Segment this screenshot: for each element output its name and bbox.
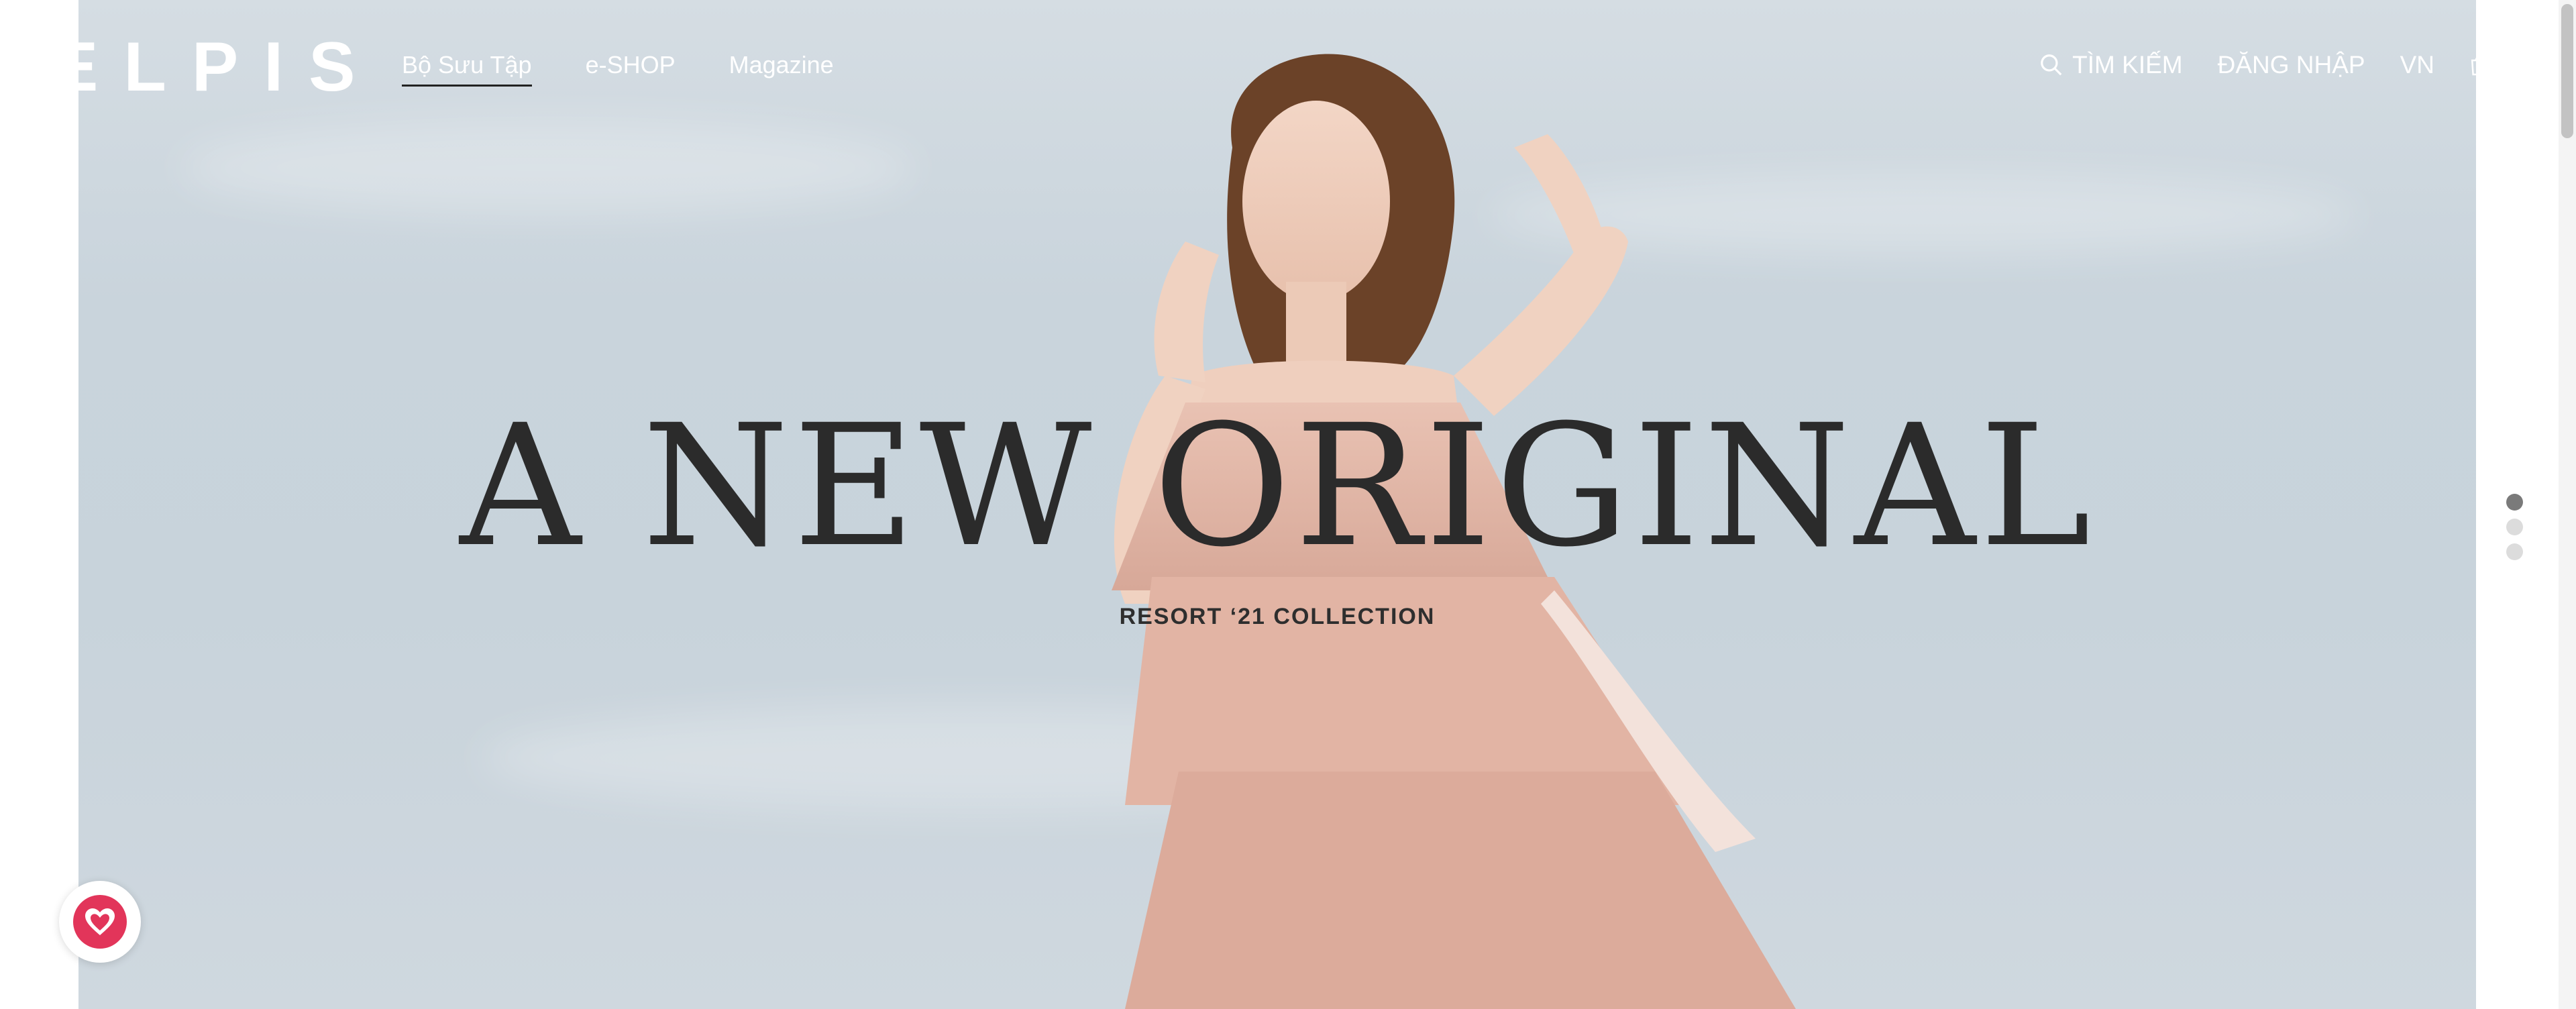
search-label: TÌM KIẾM — [2072, 51, 2183, 78]
hero-subheadline[interactable]: RESORT ‘21 COLLECTION — [78, 604, 2476, 630]
brand-logo-text: ELPIS — [78, 28, 381, 106]
search-icon — [2041, 54, 2062, 76]
search-button[interactable]: TÌM KIẾM — [2039, 51, 2183, 79]
login-button[interactable]: ĐĂNG NHẬP — [2218, 51, 2365, 79]
slide-dot-3[interactable] — [2506, 543, 2523, 560]
page-scrollbar[interactable] — [2559, 0, 2576, 1009]
header-right: TÌM KIẾM ĐĂNG NHẬP VN — [2039, 51, 2476, 79]
hero-headline: A NEW ORIGINAL — [460, 388, 2095, 584]
favorite-button[interactable] — [59, 881, 141, 963]
heart-icon — [85, 908, 115, 935]
main-nav: Bộ Sưu Tập e-SHOP Magazine — [402, 51, 834, 87]
hero-banner: ELPIS Bộ Sưu Tập e-SHOP Magazine TÌM KIẾ… — [78, 0, 2476, 1009]
slide-pagination — [2506, 494, 2523, 560]
slide-dot-1[interactable] — [2506, 494, 2523, 511]
nav-item-collection[interactable]: Bộ Sưu Tập — [402, 51, 532, 87]
language-switcher[interactable]: VN — [2400, 51, 2434, 79]
favorite-badge — [73, 895, 127, 949]
nav-item-magazine[interactable]: Magazine — [729, 51, 834, 87]
nav-item-eshop[interactable]: e-SHOP — [586, 51, 676, 87]
brand-logo[interactable]: ELPIS — [78, 32, 381, 102]
scrollbar-thumb[interactable] — [2561, 4, 2573, 138]
slide-dot-2[interactable] — [2506, 519, 2523, 535]
cart-icon[interactable] — [2469, 54, 2476, 76]
